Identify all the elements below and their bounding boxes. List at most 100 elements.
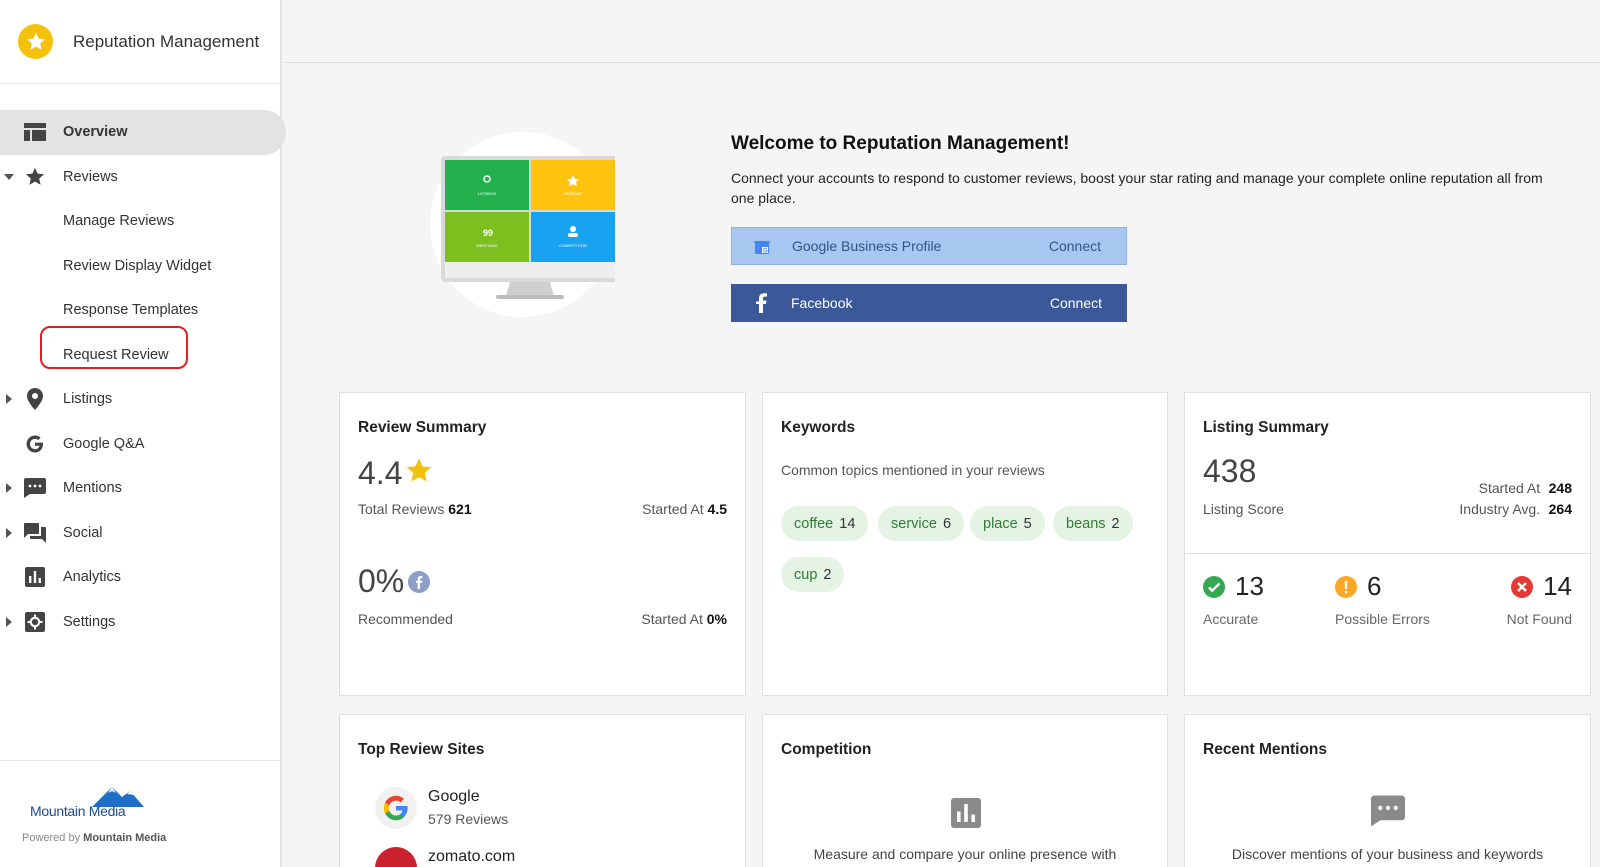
sidebar-item-overview[interactable]: Overview <box>0 110 286 155</box>
powered-by-name: Mountain Media <box>83 832 167 844</box>
card-title: Review Summary <box>358 419 487 436</box>
facebook-connect-button[interactable]: Facebook Connect <box>731 284 1127 322</box>
star-logo-icon <box>18 24 53 59</box>
warning-circle-icon <box>1335 575 1357 598</box>
review-summary-card: Review Summary 4.4 Total Reviews 621 Sta… <box>339 392 746 696</box>
not-found-label: Not Found <box>1506 611 1572 627</box>
sidebar-item-label: Review Display Widget <box>63 257 212 274</box>
sidebar-item-label: Listings <box>63 391 113 408</box>
app-title: Reputation Management <box>73 31 260 51</box>
caret-right-icon[interactable] <box>4 394 14 405</box>
sidebar-item-mentions[interactable]: Mentions <box>0 466 282 511</box>
accurate-count: 13 <box>1235 571 1264 601</box>
brand-name: Mountain Media <box>30 803 126 819</box>
sidebar-item-label: Analytics <box>63 569 122 586</box>
top-bar <box>284 0 1600 63</box>
keyword-chip[interactable]: beans 2 <box>1053 506 1133 541</box>
sidebar-item-reviews[interactable]: Reviews <box>0 155 282 200</box>
keyword-chip[interactable]: cup 2 <box>781 557 845 592</box>
started-at-value: 4.5 <box>707 501 727 517</box>
keyword-count: 14 <box>839 515 856 532</box>
site-name[interactable]: Google <box>428 788 480 806</box>
connect-button-label: Google Business Profile <box>792 238 942 254</box>
started-at-label: Started At <box>1478 480 1541 496</box>
google-g-icon <box>23 432 47 456</box>
accurate-label: Accurate <box>1203 611 1259 627</box>
sidebar-item-label: Reviews <box>63 168 118 185</box>
card-title: Recent Mentions <box>1203 741 1328 758</box>
keyword-word: coffee <box>794 515 834 532</box>
request-review-highlight <box>40 326 188 369</box>
sidebar-item-social[interactable]: Social <box>0 511 282 556</box>
started-at-value: 248 <box>1548 480 1572 496</box>
connect-action-label: Connect <box>1049 295 1102 311</box>
sidebar-nav: Overview Reviews Manage Reviews Review D… <box>0 110 286 645</box>
keywords-subtitle: Common topics mentioned in your reviews <box>781 462 1045 478</box>
monitor-tile-label: MENTIONS <box>476 243 497 248</box>
chat-bubble-icon <box>23 476 47 500</box>
sidebar-item-google-qa[interactable]: Google Q&A <box>0 422 282 467</box>
listing-score-value: 438 <box>1203 453 1257 489</box>
rating-value: 4.4 <box>358 455 403 491</box>
sidebar-item-label: Google Q&A <box>63 435 145 452</box>
sidebar-item-review-display-widget[interactable]: Review Display Widget <box>0 244 282 289</box>
caret-right-icon[interactable] <box>4 527 14 538</box>
recommended-percent: 0% <box>358 563 405 599</box>
card-title: Competition <box>781 741 872 758</box>
sidebar-item-analytics[interactable]: Analytics <box>0 555 282 600</box>
caret-down-icon[interactable] <box>4 172 14 182</box>
connect-button-label: Facebook <box>791 295 853 311</box>
google-business-profile-connect-button[interactable]: G Google Business Profile Connect <box>731 227 1127 265</box>
sidebar-item-label: Settings <box>63 613 116 630</box>
card-title: Listing Summary <box>1203 419 1329 436</box>
sidebar-item-manage-reviews[interactable]: Manage Reviews <box>0 199 282 244</box>
total-reviews-value: 621 <box>448 501 472 517</box>
zomato-logo-icon <box>375 847 417 867</box>
keyword-word: place <box>983 515 1018 532</box>
chat-bubble-icon <box>1371 795 1405 832</box>
check-circle-icon <box>1203 575 1225 598</box>
possible-errors-label: Possible Errors <box>1335 611 1430 627</box>
welcome-description: Connect your accounts to respond to cust… <box>731 170 1543 206</box>
google-logo-icon <box>375 787 417 829</box>
listing-summary-card: Listing Summary 438 Listing Score Starte… <box>1184 392 1591 696</box>
error-circle-icon <box>1511 575 1534 598</box>
sidebar-item-label: Manage Reviews <box>63 213 175 230</box>
sidebar-footer: Mountain Media Powered by Mountain Media <box>0 760 282 867</box>
caret-right-icon[interactable] <box>4 616 14 627</box>
keyword-chip[interactable]: service 6 <box>878 506 965 541</box>
started-at-label: Started At <box>642 501 704 517</box>
keyword-chip[interactable]: coffee 14 <box>781 506 869 541</box>
competition-text: Measure and compare your online presence… <box>813 846 1117 862</box>
facebook-circle-icon <box>408 570 431 593</box>
connect-action-label: Connect <box>1048 238 1101 254</box>
dashboard-icon <box>23 120 47 144</box>
facebook-icon <box>751 293 771 313</box>
divider <box>1185 553 1590 554</box>
keyword-word: cup <box>794 566 818 583</box>
site-name[interactable]: zomato.com <box>428 848 515 866</box>
sidebar-item-label: Overview <box>63 124 128 141</box>
sidebar-item-settings[interactable]: Settings <box>0 600 282 645</box>
total-reviews-label: Total Reviews <box>358 501 445 517</box>
keyword-count: 2 <box>823 566 832 583</box>
sidebar-item-listings[interactable]: Listings <box>0 377 282 422</box>
industry-avg-label: Industry Avg. <box>1459 501 1541 517</box>
keyword-count: 6 <box>942 515 952 532</box>
top-review-sites-card: Top Review Sites Google 579 Reviews zoma… <box>339 714 746 867</box>
not-found-count: 14 <box>1543 571 1572 601</box>
caret-right-icon[interactable] <box>4 483 14 494</box>
google-business-icon: G <box>752 236 772 256</box>
recent-mentions-card: Recent Mentions Discover mentions of you… <box>1184 714 1591 867</box>
possible-errors-count: 6 <box>1367 571 1382 601</box>
keyword-word: beans <box>1066 515 1106 532</box>
sidebar-item-label: Social <box>63 524 103 541</box>
site-review-count: 579 Reviews <box>428 811 509 827</box>
keyword-chip[interactable]: place 5 <box>970 506 1045 541</box>
gear-icon <box>23 610 47 634</box>
welcome-title: Welcome to Reputation Management! <box>731 133 1070 154</box>
keyword-word: service <box>891 515 937 532</box>
sidebar-item-label: Response Templates <box>63 302 199 319</box>
competition-card: Competition Measure and compare your onl… <box>762 714 1168 867</box>
keywords-card: Keywords Common topics mentioned in your… <box>762 392 1168 696</box>
